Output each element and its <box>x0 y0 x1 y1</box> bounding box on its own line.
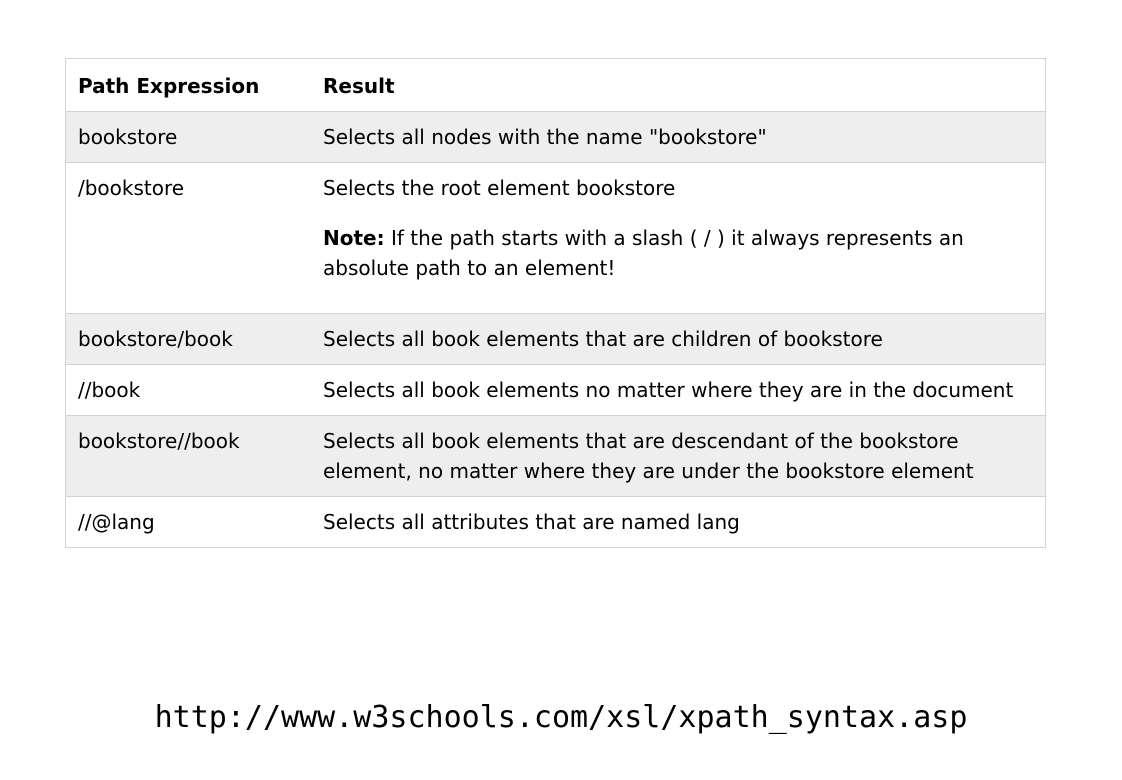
xpath-syntax-table: Path Expression Result bookstore Selects… <box>65 58 1046 548</box>
result-cell: Selects all book elements that are child… <box>323 313 1046 365</box>
table-row: //@lang Selects all attributes that are … <box>65 496 1046 548</box>
table-row: bookstore//book Selects all book element… <box>65 415 1046 497</box>
result-cell: Selects all nodes with the name "booksto… <box>323 111 1046 163</box>
path-cell: bookstore/book <box>65 313 323 365</box>
path-cell: bookstore <box>65 111 323 163</box>
note-paragraph: Note: If the path starts with a slash ( … <box>323 223 1033 283</box>
path-cell: /bookstore <box>65 162 323 314</box>
note-label: Note: <box>323 226 385 250</box>
source-url: http://www.w3schools.com/xsl/xpath_synta… <box>154 700 968 735</box>
path-cell: //@lang <box>65 496 323 548</box>
header-result: Result <box>323 58 1046 112</box>
result-cell: Selects all book elements that are desce… <box>323 415 1046 497</box>
result-cell: Selects all attributes that are named la… <box>323 496 1046 548</box>
header-path-expression: Path Expression <box>65 58 323 112</box>
table-header-row: Path Expression Result <box>65 58 1046 112</box>
result-cell: Selects the root element bookstore Note:… <box>323 162 1046 314</box>
result-cell: Selects all book elements no matter wher… <box>323 364 1046 416</box>
table-row: bookstore/book Selects all book elements… <box>65 313 1046 365</box>
note-text: If the path starts with a slash ( / ) it… <box>323 226 964 280</box>
table-row: bookstore Selects all nodes with the nam… <box>65 111 1046 163</box>
table-row: //book Selects all book elements no matt… <box>65 364 1046 416</box>
table-row: /bookstore Selects the root element book… <box>65 162 1046 314</box>
result-text: Selects the root element bookstore <box>323 176 676 200</box>
path-cell: //book <box>65 364 323 416</box>
path-cell: bookstore//book <box>65 415 323 497</box>
